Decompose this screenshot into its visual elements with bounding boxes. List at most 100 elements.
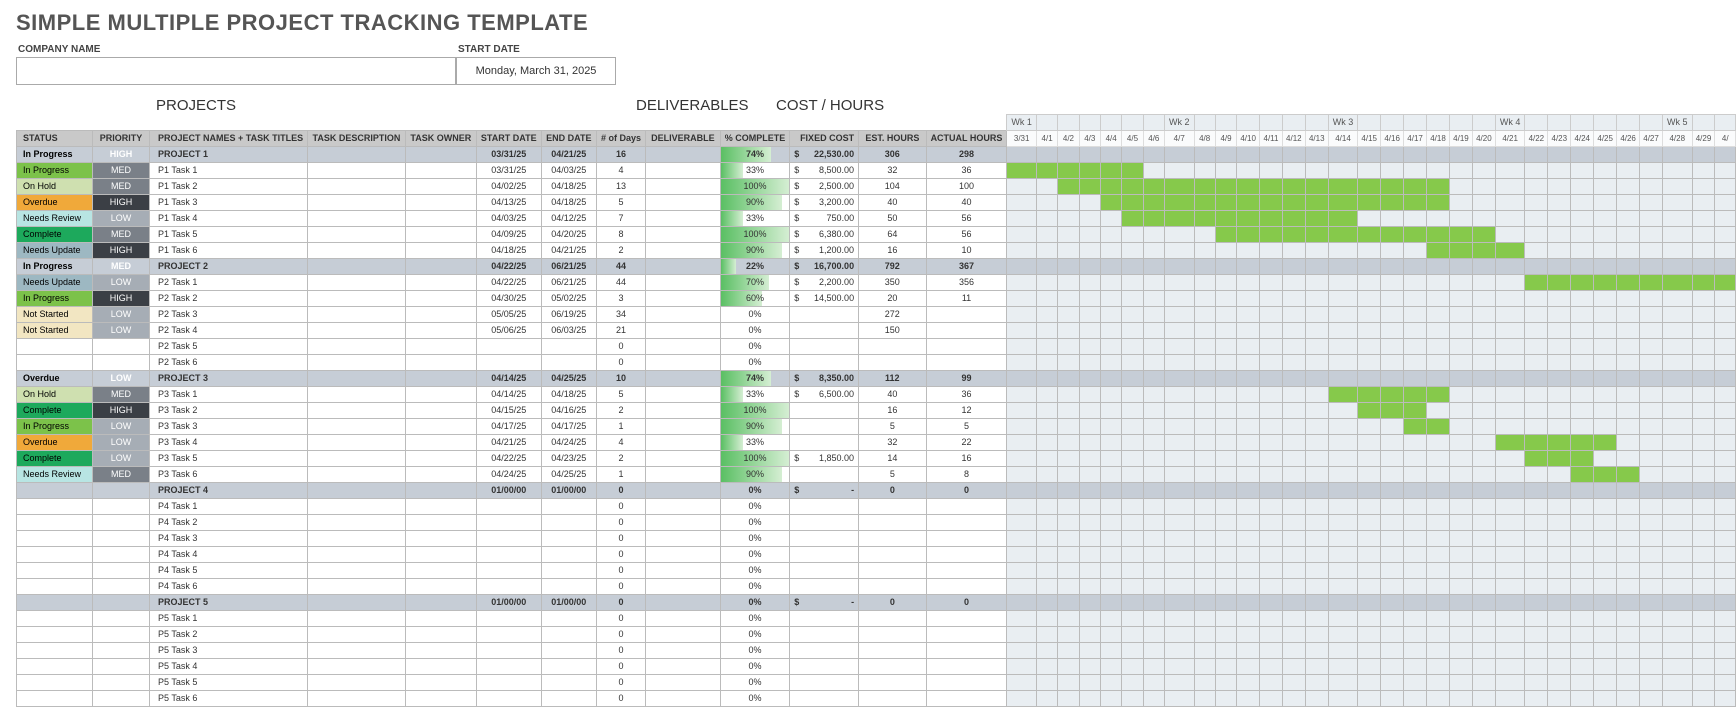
status-cell[interactable]: Not Started xyxy=(17,323,93,339)
owner-cell[interactable] xyxy=(405,467,476,483)
deliverable-cell[interactable] xyxy=(646,547,721,563)
priority-cell[interactable] xyxy=(93,611,150,627)
act-hours-cell[interactable] xyxy=(926,355,1007,371)
est-hours-cell[interactable] xyxy=(859,579,926,595)
days-cell[interactable]: 0 xyxy=(597,595,646,611)
est-hours-cell[interactable]: 272 xyxy=(859,307,926,323)
desc-cell[interactable] xyxy=(308,403,406,419)
deliverable-cell[interactable] xyxy=(646,403,721,419)
days-cell[interactable]: 5 xyxy=(597,195,646,211)
status-cell[interactable]: Not Started xyxy=(17,307,93,323)
owner-cell[interactable] xyxy=(405,499,476,515)
desc-cell[interactable] xyxy=(308,547,406,563)
status-cell[interactable] xyxy=(17,643,93,659)
pct-cell[interactable]: 100% xyxy=(720,403,790,419)
start-cell[interactable] xyxy=(476,499,541,515)
fixed-cost-cell[interactable] xyxy=(790,659,859,675)
deliverable-cell[interactable] xyxy=(646,515,721,531)
act-hours-cell[interactable]: 356 xyxy=(926,275,1007,291)
priority-cell[interactable]: HIGH xyxy=(93,291,150,307)
pct-cell[interactable]: 100% xyxy=(720,451,790,467)
name-cell[interactable]: P2 Task 4 xyxy=(150,323,308,339)
project-row[interactable]: In ProgressMEDPROJECT 204/22/2506/21/254… xyxy=(17,259,1736,275)
est-hours-cell[interactable] xyxy=(859,499,926,515)
deliverable-cell[interactable] xyxy=(646,675,721,691)
priority-cell[interactable]: MED xyxy=(93,259,150,275)
est-hours-cell[interactable]: 792 xyxy=(859,259,926,275)
days-cell[interactable]: 21 xyxy=(597,323,646,339)
desc-cell[interactable] xyxy=(308,211,406,227)
owner-cell[interactable] xyxy=(405,515,476,531)
pct-cell[interactable]: 0% xyxy=(720,691,790,707)
end-cell[interactable]: 04/21/25 xyxy=(541,147,596,163)
pct-cell[interactable]: 60% xyxy=(720,291,790,307)
deliverable-cell[interactable] xyxy=(646,307,721,323)
start-cell[interactable]: 04/14/25 xyxy=(476,387,541,403)
name-cell[interactable]: P4 Task 1 xyxy=(150,499,308,515)
owner-cell[interactable] xyxy=(405,291,476,307)
priority-cell[interactable] xyxy=(93,355,150,371)
priority-cell[interactable] xyxy=(93,547,150,563)
priority-cell[interactable] xyxy=(93,675,150,691)
act-hours-cell[interactable]: 8 xyxy=(926,467,1007,483)
desc-cell[interactable] xyxy=(308,531,406,547)
end-cell[interactable]: 04/12/25 xyxy=(541,211,596,227)
est-hours-cell[interactable]: 40 xyxy=(859,387,926,403)
owner-cell[interactable] xyxy=(405,547,476,563)
status-cell[interactable] xyxy=(17,659,93,675)
fixed-cost-cell[interactable] xyxy=(790,339,859,355)
act-hours-cell[interactable] xyxy=(926,579,1007,595)
deliverable-cell[interactable] xyxy=(646,163,721,179)
fixed-cost-cell[interactable] xyxy=(790,643,859,659)
owner-cell[interactable] xyxy=(405,643,476,659)
task-row[interactable]: OverdueLOWP3 Task 404/21/2504/24/25433%3… xyxy=(17,435,1736,451)
pct-cell[interactable]: 0% xyxy=(720,483,790,499)
est-hours-cell[interactable] xyxy=(859,643,926,659)
act-hours-cell[interactable] xyxy=(926,643,1007,659)
act-hours-cell[interactable]: 0 xyxy=(926,595,1007,611)
est-hours-cell[interactable]: 64 xyxy=(859,227,926,243)
start-cell[interactable] xyxy=(476,627,541,643)
pct-cell[interactable]: 33% xyxy=(720,163,790,179)
end-cell[interactable] xyxy=(541,659,596,675)
est-hours-cell[interactable] xyxy=(859,339,926,355)
name-cell[interactable]: P2 Task 5 xyxy=(150,339,308,355)
name-cell[interactable]: P1 Task 6 xyxy=(150,243,308,259)
start-cell[interactable] xyxy=(476,563,541,579)
desc-cell[interactable] xyxy=(308,579,406,595)
status-cell[interactable] xyxy=(17,691,93,707)
priority-cell[interactable]: MED xyxy=(93,387,150,403)
project-row[interactable]: In ProgressHIGHPROJECT 103/31/2504/21/25… xyxy=(17,147,1736,163)
est-hours-cell[interactable]: 32 xyxy=(859,163,926,179)
name-cell[interactable]: P2 Task 3 xyxy=(150,307,308,323)
act-hours-cell[interactable] xyxy=(926,611,1007,627)
priority-cell[interactable] xyxy=(93,595,150,611)
fixed-cost-cell[interactable]: $- xyxy=(790,483,859,499)
owner-cell[interactable] xyxy=(405,531,476,547)
owner-cell[interactable] xyxy=(405,179,476,195)
name-cell[interactable]: PROJECT 2 xyxy=(150,259,308,275)
deliverable-cell[interactable] xyxy=(646,611,721,627)
deliverable-cell[interactable] xyxy=(646,371,721,387)
end-cell[interactable]: 04/24/25 xyxy=(541,435,596,451)
name-cell[interactable]: P5 Task 1 xyxy=(150,611,308,627)
fixed-cost-cell[interactable]: $16,700.00 xyxy=(790,259,859,275)
end-cell[interactable]: 01/00/00 xyxy=(541,595,596,611)
pct-cell[interactable]: 22% xyxy=(720,259,790,275)
end-cell[interactable]: 04/25/25 xyxy=(541,467,596,483)
days-cell[interactable]: 0 xyxy=(597,515,646,531)
act-hours-cell[interactable] xyxy=(926,563,1007,579)
start-cell[interactable]: 04/02/25 xyxy=(476,179,541,195)
owner-cell[interactable] xyxy=(405,691,476,707)
end-cell[interactable] xyxy=(541,499,596,515)
status-cell[interactable]: Overdue xyxy=(17,371,93,387)
task-row[interactable]: Needs UpdateHIGHP1 Task 604/18/2504/21/2… xyxy=(17,243,1736,259)
start-cell[interactable]: 04/30/25 xyxy=(476,291,541,307)
act-hours-cell[interactable] xyxy=(926,499,1007,515)
fixed-cost-cell[interactable]: $2,500.00 xyxy=(790,179,859,195)
desc-cell[interactable] xyxy=(308,147,406,163)
owner-cell[interactable] xyxy=(405,595,476,611)
fixed-cost-cell[interactable] xyxy=(790,323,859,339)
fixed-cost-cell[interactable] xyxy=(790,355,859,371)
end-cell[interactable]: 06/21/25 xyxy=(541,259,596,275)
